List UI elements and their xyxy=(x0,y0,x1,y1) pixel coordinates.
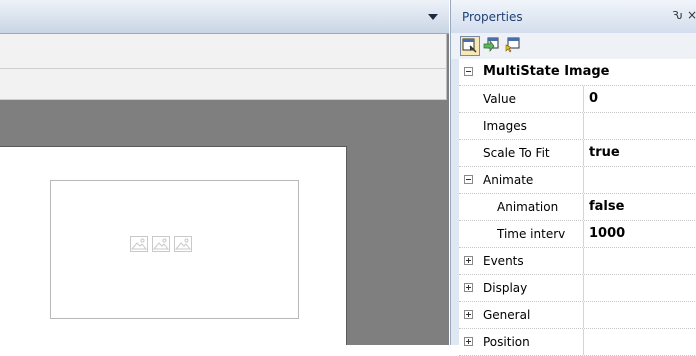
image-placeholder-icon xyxy=(130,236,148,252)
screen-page[interactable] xyxy=(0,146,347,345)
column-divider xyxy=(583,221,584,247)
property-name: Scale To Fit xyxy=(483,146,550,160)
column-divider xyxy=(583,275,584,301)
collapse-icon[interactable] xyxy=(464,175,473,184)
property-row-animation[interactable]: Animation false xyxy=(459,194,696,221)
design-canvas[interactable] xyxy=(0,100,446,345)
multistate-image-widget[interactable] xyxy=(50,180,299,319)
property-row-scale-to-fit[interactable]: Scale To Fit true xyxy=(459,140,696,167)
column-divider xyxy=(583,194,584,220)
row-gutter xyxy=(459,221,477,247)
row-gutter xyxy=(459,86,477,112)
property-name: Animation xyxy=(497,200,559,214)
property-value[interactable]: 0 xyxy=(589,86,598,112)
group-label: Animate xyxy=(483,173,534,187)
group-row-events[interactable]: Events xyxy=(459,248,696,275)
editor-area xyxy=(0,0,449,345)
group-label: Events xyxy=(483,254,524,268)
properties-panel: Properties Ԅ × MultiState Image Value 0 xyxy=(450,0,696,356)
image-placeholder-icon xyxy=(174,236,192,252)
column-divider xyxy=(583,86,584,112)
property-name: Value xyxy=(483,92,516,106)
row-gutter xyxy=(459,113,477,139)
group-row-general[interactable]: General xyxy=(459,302,696,329)
property-value[interactable]: true xyxy=(589,140,620,166)
editor-toolbar xyxy=(0,34,447,69)
property-grid: MultiState Image Value 0 Images Scale To… xyxy=(459,59,696,356)
property-row-time-interval[interactable]: Time interv 1000 xyxy=(459,221,696,248)
expand-icon[interactable] xyxy=(464,310,473,319)
expand-icon[interactable] xyxy=(464,256,473,265)
properties-toolbar xyxy=(451,33,696,59)
expand-icon[interactable] xyxy=(464,283,473,292)
group-label: Display xyxy=(483,281,528,295)
column-divider xyxy=(583,248,584,274)
properties-title-bar: Properties Ԅ × xyxy=(451,0,696,33)
panel-title: Properties xyxy=(462,10,523,24)
row-gutter xyxy=(459,194,477,220)
column-divider xyxy=(583,302,584,328)
group-label: Position xyxy=(483,335,530,349)
group-row-position[interactable]: Position xyxy=(459,329,696,356)
property-name: Images xyxy=(483,119,527,133)
property-value[interactable]: 1000 xyxy=(589,221,625,247)
category-label: MultiState Image xyxy=(483,64,610,79)
collapse-icon[interactable] xyxy=(464,67,473,76)
column-divider xyxy=(583,140,584,166)
object-browser-icon[interactable] xyxy=(503,36,523,56)
properties-view-icon[interactable] xyxy=(460,36,480,56)
property-value[interactable]: false xyxy=(589,194,624,220)
editor-tab-strip xyxy=(0,0,449,34)
category-row[interactable]: MultiState Image xyxy=(459,59,696,86)
column-divider xyxy=(583,113,584,139)
column-divider xyxy=(583,167,584,193)
group-row-animate[interactable]: Animate xyxy=(459,167,696,194)
property-row-value[interactable]: Value 0 xyxy=(459,86,696,113)
property-name: Time interv xyxy=(497,227,566,241)
row-gutter xyxy=(459,140,477,166)
image-placeholder-icon xyxy=(152,236,170,252)
property-row-images[interactable]: Images xyxy=(459,113,696,140)
image-placeholder-group xyxy=(130,236,192,252)
pin-icon[interactable]: Ԅ xyxy=(672,9,683,22)
events-view-icon[interactable] xyxy=(482,36,502,56)
chevron-down-icon[interactable] xyxy=(428,14,438,20)
editor-ruler-bar xyxy=(0,69,447,100)
column-divider xyxy=(583,329,584,355)
group-label: General xyxy=(483,308,531,322)
group-row-display[interactable]: Display xyxy=(459,275,696,302)
close-icon[interactable]: × xyxy=(687,8,696,22)
